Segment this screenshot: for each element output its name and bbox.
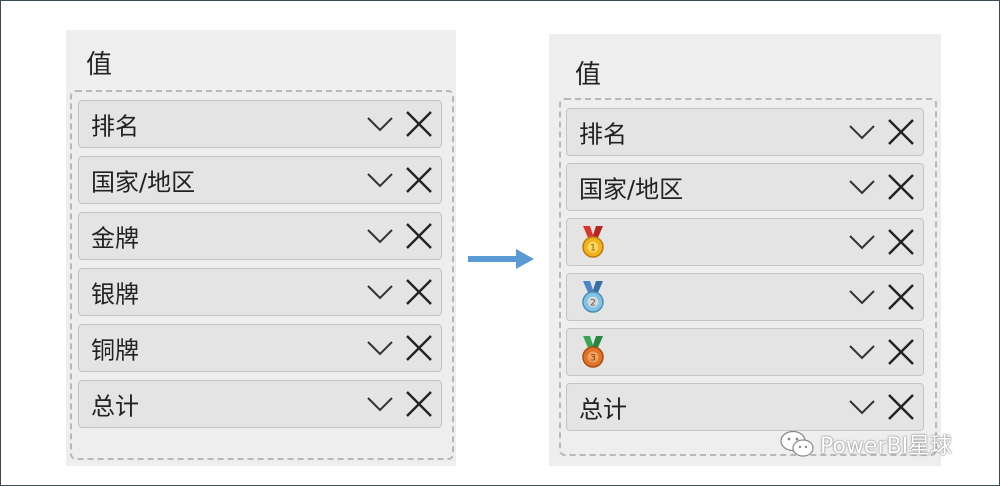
chevron-down-icon[interactable] [847, 287, 877, 307]
values-panel-after: 值 排名 国家/地区 1 2 3 总计 [549, 34, 941, 466]
chevron-down-icon[interactable] [847, 342, 877, 362]
field-label: 排名 [91, 112, 139, 141]
close-icon[interactable] [403, 388, 435, 420]
bronze-medal-icon: 3 [582, 336, 604, 368]
field-pill-rank[interactable]: 排名 [566, 108, 924, 156]
svg-text:3: 3 [590, 354, 596, 364]
field-pill-gold[interactable]: 金牌 [78, 212, 442, 260]
close-icon[interactable] [885, 226, 917, 258]
close-icon[interactable] [885, 171, 917, 203]
field-pill-gold-medal[interactable]: 1 [566, 218, 924, 266]
field-pill-total[interactable]: 总计 [78, 380, 442, 428]
chevron-down-icon[interactable] [847, 397, 877, 417]
field-label: 铜牌 [91, 336, 139, 365]
close-icon[interactable] [885, 336, 917, 368]
chevron-down-icon[interactable] [847, 122, 877, 142]
field-pill-rank[interactable]: 排名 [78, 100, 442, 148]
close-icon[interactable] [885, 281, 917, 313]
panel-title: 值 [86, 50, 113, 80]
field-label: 总计 [91, 392, 139, 421]
close-icon[interactable] [403, 332, 435, 364]
field-label: 国家/地区 [91, 168, 196, 197]
wechat-icon [780, 430, 814, 457]
watermark-text: PowerBI星球 [820, 434, 953, 459]
watermark: PowerBI星球 [780, 429, 952, 459]
chevron-down-icon[interactable] [365, 282, 395, 302]
chevron-down-icon[interactable] [365, 226, 395, 246]
gold-medal-icon: 1 [582, 226, 604, 258]
chevron-down-icon[interactable] [365, 394, 395, 414]
field-label: 排名 [579, 120, 627, 149]
field-pill-total[interactable]: 总计 [566, 383, 924, 431]
field-pill-silver[interactable]: 银牌 [78, 268, 442, 316]
close-icon[interactable] [403, 276, 435, 308]
close-icon[interactable] [885, 391, 917, 423]
close-icon[interactable] [403, 220, 435, 252]
field-pill-bronze-medal[interactable]: 3 [566, 328, 924, 376]
field-label: 国家/地区 [579, 175, 684, 204]
close-icon[interactable] [403, 164, 435, 196]
chevron-down-icon[interactable] [847, 232, 877, 252]
field-pill-silver-medal[interactable]: 2 [566, 273, 924, 321]
svg-text:1: 1 [590, 244, 596, 254]
field-label: 金牌 [91, 224, 139, 253]
chevron-down-icon[interactable] [847, 177, 877, 197]
field-pill-country[interactable]: 国家/地区 [78, 156, 442, 204]
right-arrow-icon [468, 249, 534, 269]
chevron-down-icon[interactable] [365, 170, 395, 190]
field-label: 总计 [579, 395, 627, 424]
field-pill-country[interactable]: 国家/地区 [566, 163, 924, 211]
chevron-down-icon[interactable] [365, 114, 395, 134]
field-label: 银牌 [91, 280, 139, 309]
field-pill-bronze[interactable]: 铜牌 [78, 324, 442, 372]
close-icon[interactable] [403, 108, 435, 140]
silver-medal-icon: 2 [582, 281, 604, 313]
panel-title: 值 [575, 60, 602, 90]
values-panel-before: 值 排名 国家/地区 金牌 银牌 铜牌 总计 [66, 30, 456, 466]
chevron-down-icon[interactable] [365, 338, 395, 358]
close-icon[interactable] [885, 116, 917, 148]
svg-text:2: 2 [590, 299, 596, 309]
